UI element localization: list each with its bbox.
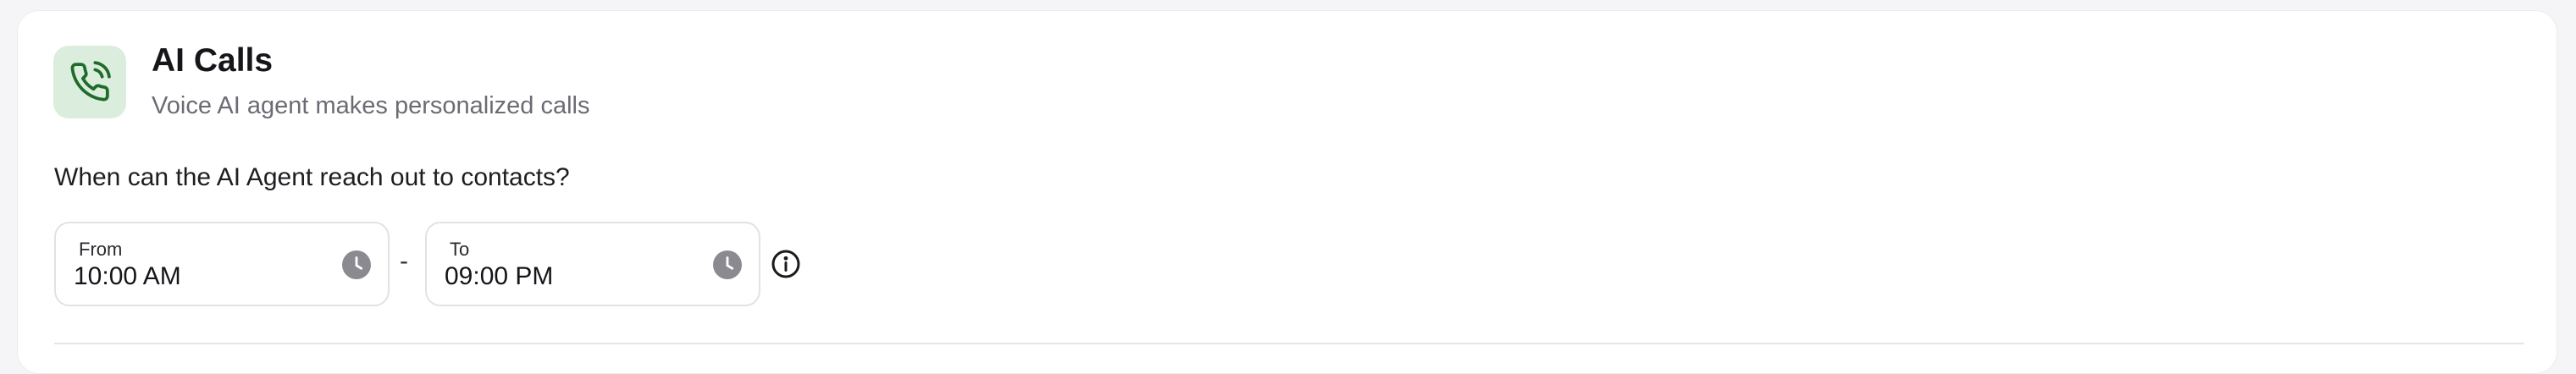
to-time-label: To: [450, 239, 470, 260]
to-time-picker[interactable]: To 09:00 PM: [425, 222, 760, 306]
from-time-value[interactable]: 10:00 AM: [74, 262, 181, 291]
phone-call-icon: [70, 61, 111, 102]
ai-calls-app-icon: [53, 46, 126, 118]
clock-icon[interactable]: [713, 250, 742, 279]
page-subtitle: Voice AI agent makes personalized calls: [152, 92, 590, 119]
time-range-separator: -: [400, 247, 408, 275]
clock-icon[interactable]: [342, 250, 371, 279]
section-divider: [54, 343, 2524, 344]
from-time-label: From: [79, 239, 123, 260]
page-title: AI Calls: [152, 42, 274, 79]
from-time-picker[interactable]: From 10:00 AM: [54, 222, 390, 306]
to-time-value[interactable]: 09:00 PM: [445, 262, 553, 291]
schedule-question: When can the AI Agent reach out to conta…: [54, 163, 570, 191]
info-icon[interactable]: [771, 249, 801, 279]
ai-calls-card: [17, 10, 2557, 374]
